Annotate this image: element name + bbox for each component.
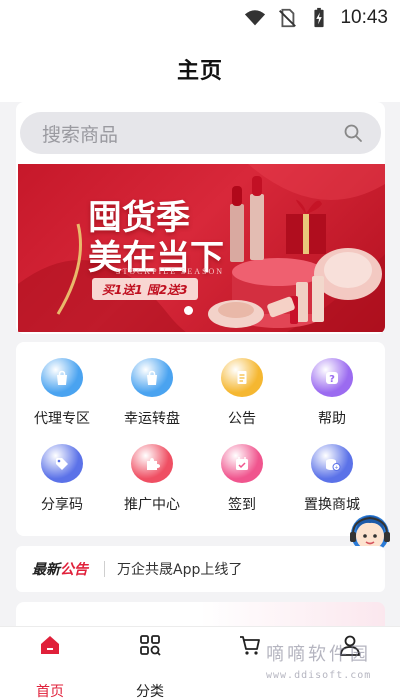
- wifi-icon: [245, 10, 266, 26]
- carousel-indicator[interactable]: [184, 306, 193, 315]
- category-icon[interactable]: [138, 633, 162, 657]
- grid-item-3[interactable]: 公告: [197, 342, 287, 428]
- battery-charging-icon: [314, 7, 325, 28]
- watermark: 嘀嘀软件园 www.ddisoft.com: [266, 640, 396, 696]
- grid-item-8[interactable]: + 置换商城: [287, 428, 377, 514]
- grid-item-label: 分享码: [41, 497, 83, 513]
- banner-promo: 买1送1 囤2送3: [92, 278, 198, 300]
- announcement-text[interactable]: 万企共晟App上线了: [117, 559, 242, 579]
- banner-subtitle: STOCKPILE SEASON: [116, 267, 225, 276]
- feature-grid: 代理专区 幸运转盘 公告? 帮助 分享码 推广中心 签到 + 置换商城: [16, 342, 385, 536]
- cart-icon[interactable]: [238, 633, 262, 657]
- watermark-url: www.ddisoft.com: [266, 670, 372, 681]
- shopping-bag-icon[interactable]: [131, 358, 173, 397]
- nav-label-category: 分类: [136, 684, 164, 700]
- shopping-bag-icon[interactable]: [41, 358, 83, 397]
- grid-item-2[interactable]: 幸运转盘: [107, 342, 197, 428]
- grid-item-label: 幸运转盘: [124, 411, 180, 427]
- banner-title-line1: 囤货季: [88, 198, 190, 238]
- grid-item-6[interactable]: 推广中心: [107, 428, 197, 514]
- nav-label-home: 首页: [36, 684, 64, 700]
- home-icon[interactable]: [38, 633, 62, 657]
- top-card: 搜索商品 囤货季 美在当下 STOCKPILE SEASON 买1送1 囤2送3: [16, 102, 385, 334]
- search-placeholder: 搜索商品: [42, 123, 119, 146]
- page-title: 主页: [176, 59, 223, 84]
- announcement-label: 最新公告: [32, 559, 88, 579]
- nav-item-home[interactable]: 首页: [0, 627, 100, 700]
- status-time: 10:43: [340, 7, 388, 28]
- grid-item-label: 帮助: [318, 411, 346, 427]
- grid-item-5[interactable]: 分享码: [17, 428, 107, 514]
- document-icon[interactable]: [221, 358, 263, 397]
- grid-item-4[interactable]: ? 帮助: [287, 342, 377, 428]
- coins-icon[interactable]: +: [311, 444, 353, 483]
- status-bar: 10:43: [0, 0, 400, 36]
- grid-item-label: 推广中心: [124, 497, 180, 513]
- puzzle-icon[interactable]: [131, 444, 173, 483]
- announcement-label-prefix: 最新: [32, 561, 60, 577]
- grid-item-label: 公告: [228, 411, 256, 427]
- search-input[interactable]: 搜索商品: [20, 112, 381, 154]
- svg-text:+: +: [334, 465, 338, 471]
- divider: [104, 561, 105, 577]
- page-header: 主页: [0, 36, 400, 102]
- grid-item-7[interactable]: 签到: [197, 428, 287, 514]
- promo-banner[interactable]: 囤货季 美在当下 STOCKPILE SEASON 买1送1 囤2送3: [18, 164, 385, 332]
- announcement-label-accent: 公告: [60, 561, 88, 577]
- grid-item-label: 签到: [228, 497, 256, 513]
- no-sim-icon: [279, 8, 297, 28]
- grid-item-label: 代理专区: [34, 411, 90, 427]
- tag-icon[interactable]: [41, 444, 83, 483]
- svg-text:?: ?: [329, 374, 335, 385]
- carousel-dot[interactable]: [184, 306, 193, 315]
- question-icon[interactable]: ?: [311, 358, 353, 397]
- nav-item-category[interactable]: 分类: [100, 627, 200, 700]
- grid-item-1[interactable]: 代理专区: [17, 342, 107, 428]
- search-icon[interactable]: [343, 123, 363, 143]
- calendar-check-icon[interactable]: [221, 444, 263, 483]
- watermark-text: 嘀嘀软件园: [266, 644, 371, 665]
- banner-title: 囤货季 美在当下: [88, 198, 224, 278]
- announcement-bar[interactable]: 最新公告 万企共晟App上线了: [16, 546, 385, 592]
